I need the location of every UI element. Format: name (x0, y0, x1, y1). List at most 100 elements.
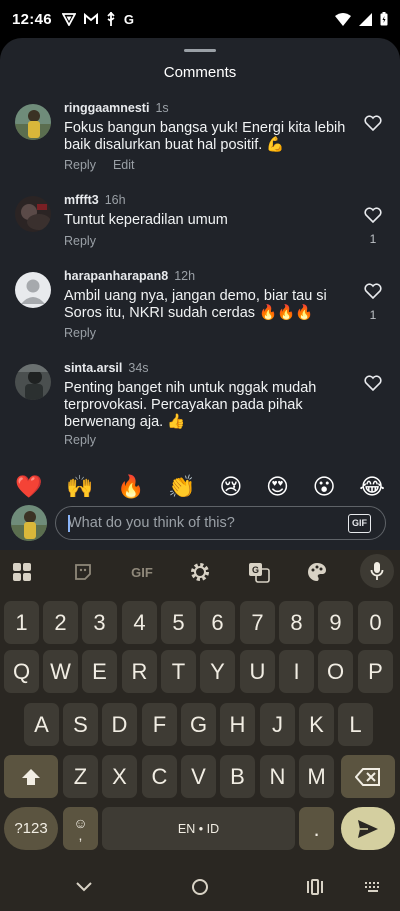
key-9[interactable]: 9 (318, 601, 353, 644)
key-7[interactable]: 7 (240, 601, 275, 644)
my-avatar (11, 505, 47, 541)
drag-handle[interactable] (184, 49, 216, 52)
key-e[interactable]: E (82, 650, 117, 693)
key-x[interactable]: X (102, 755, 137, 798)
key-d[interactable]: D (102, 703, 137, 746)
key-8[interactable]: 8 (279, 601, 314, 644)
key-k[interactable]: K (299, 703, 334, 746)
emoji-laughing-button[interactable]: 😂 (359, 470, 385, 504)
key-o[interactable]: O (318, 650, 353, 693)
emoji-fire-button[interactable]: 🔥 (117, 470, 144, 504)
key-t[interactable]: T (161, 650, 196, 693)
shift-key[interactable] (4, 755, 58, 798)
period-key[interactable]: . (299, 807, 334, 850)
key-2[interactable]: 2 (43, 601, 78, 644)
key-n[interactable]: N (260, 755, 295, 798)
comment-time: 34s (128, 361, 149, 375)
keyboard-switcher-icon[interactable] (362, 876, 384, 898)
key-y[interactable]: Y (200, 650, 235, 693)
key-p[interactable]: P (358, 650, 393, 693)
emoji-heart-button[interactable]: ❤️ (15, 470, 42, 504)
key-m[interactable]: M (299, 755, 334, 798)
comment-username[interactable]: sinta.arsil 34s (64, 361, 149, 375)
battery-icon (380, 12, 388, 26)
avatar[interactable] (15, 196, 51, 232)
key-3[interactable]: 3 (82, 601, 117, 644)
key-h[interactable]: H (220, 703, 255, 746)
like-button[interactable]: 1 (362, 283, 384, 322)
key-5[interactable]: 5 (161, 601, 196, 644)
settings-gear-icon[interactable] (188, 561, 212, 583)
key-r[interactable]: R (122, 650, 157, 693)
back-chevron-icon[interactable] (73, 876, 95, 898)
key-s[interactable]: S (63, 703, 98, 746)
backspace-key[interactable] (341, 755, 395, 798)
sticker-icon[interactable] (71, 561, 95, 583)
key-6[interactable]: 6 (200, 601, 235, 644)
apps-grid-icon[interactable] (10, 561, 34, 583)
key-w[interactable]: W (43, 650, 78, 693)
key-j[interactable]: J (260, 703, 295, 746)
avatar[interactable] (15, 104, 51, 140)
home-circle-icon[interactable] (189, 876, 211, 898)
reply-button[interactable]: Reply (64, 158, 96, 172)
voice-input-button[interactable] (360, 554, 394, 588)
key-b[interactable]: B (220, 755, 255, 798)
comment-username[interactable]: ringgaamnesti 1s (64, 101, 169, 115)
translate-icon[interactable]: G (247, 561, 271, 583)
theme-palette-icon[interactable] (305, 561, 329, 583)
key-v[interactable]: V (181, 755, 216, 798)
emoji-crying-button[interactable]: 😢 (219, 470, 242, 504)
key-u[interactable]: U (240, 650, 275, 693)
comment-username[interactable]: harapanharapan8 12h (64, 269, 195, 283)
key-c[interactable]: C (142, 755, 177, 798)
comment-composer[interactable]: GIF (55, 506, 386, 540)
avatar[interactable] (15, 272, 51, 308)
key-l[interactable]: L (338, 703, 373, 746)
text-cursor (68, 515, 70, 532)
comment-actions: Reply (64, 234, 96, 248)
like-count: 1 (369, 308, 377, 322)
microphone-icon (370, 562, 384, 580)
heart-icon (364, 283, 382, 300)
comment-input[interactable] (68, 515, 338, 531)
space-bar[interactable]: EN • ID (102, 807, 295, 850)
svg-text:G: G (252, 565, 259, 575)
keyboard-toolbar: GIF G (0, 550, 400, 594)
symbols-key[interactable]: ?123 (4, 807, 58, 850)
emoji-surprised-button[interactable]: 😮 (313, 470, 336, 504)
reply-button[interactable]: Reply (64, 234, 96, 248)
like-button[interactable] (362, 375, 384, 400)
key-g[interactable]: G (181, 703, 216, 746)
emoji-clap-button[interactable]: 👏 (168, 470, 195, 504)
heart-icon (364, 375, 382, 392)
key-i[interactable]: I (279, 650, 314, 693)
reply-button[interactable]: Reply (64, 433, 96, 447)
key-4[interactable]: 4 (122, 601, 157, 644)
key-a[interactable]: A (24, 703, 59, 746)
reply-button[interactable]: Reply (64, 326, 96, 340)
navigation-bar (0, 861, 400, 911)
like-button[interactable]: 1 (362, 207, 384, 246)
emoji-quick-bar: ❤️ 🙌 🔥 👏 😢 😍 😮 😂 (0, 470, 400, 504)
gif-button[interactable]: GIF (348, 514, 371, 533)
emoji-comma-key[interactable]: ☺ , (63, 807, 98, 850)
emoji-raised-hands-button[interactable]: 🙌 (66, 470, 93, 504)
keyboard: GIF G 1 2 3 4 5 6 7 8 9 0 Q W E R T Y U … (0, 550, 400, 861)
system-icons (335, 12, 388, 26)
gif-icon[interactable]: GIF (128, 561, 156, 583)
comment-username[interactable]: mffft3 16h (64, 193, 126, 207)
comment-text: Penting banget nih untuk nggak mudah ter… (64, 380, 317, 430)
send-key[interactable] (341, 807, 395, 850)
key-q[interactable]: Q (4, 650, 39, 693)
key-0[interactable]: 0 (358, 601, 393, 644)
sheet-title: Comments (163, 64, 237, 81)
recents-icon[interactable] (304, 876, 326, 898)
emoji-heart-eyes-button[interactable]: 😍 (266, 470, 289, 504)
like-button[interactable] (362, 115, 384, 140)
avatar[interactable] (15, 364, 51, 400)
key-f[interactable]: F (142, 703, 177, 746)
key-z[interactable]: Z (63, 755, 98, 798)
key-1[interactable]: 1 (4, 601, 39, 644)
edit-button[interactable]: Edit (113, 158, 135, 172)
